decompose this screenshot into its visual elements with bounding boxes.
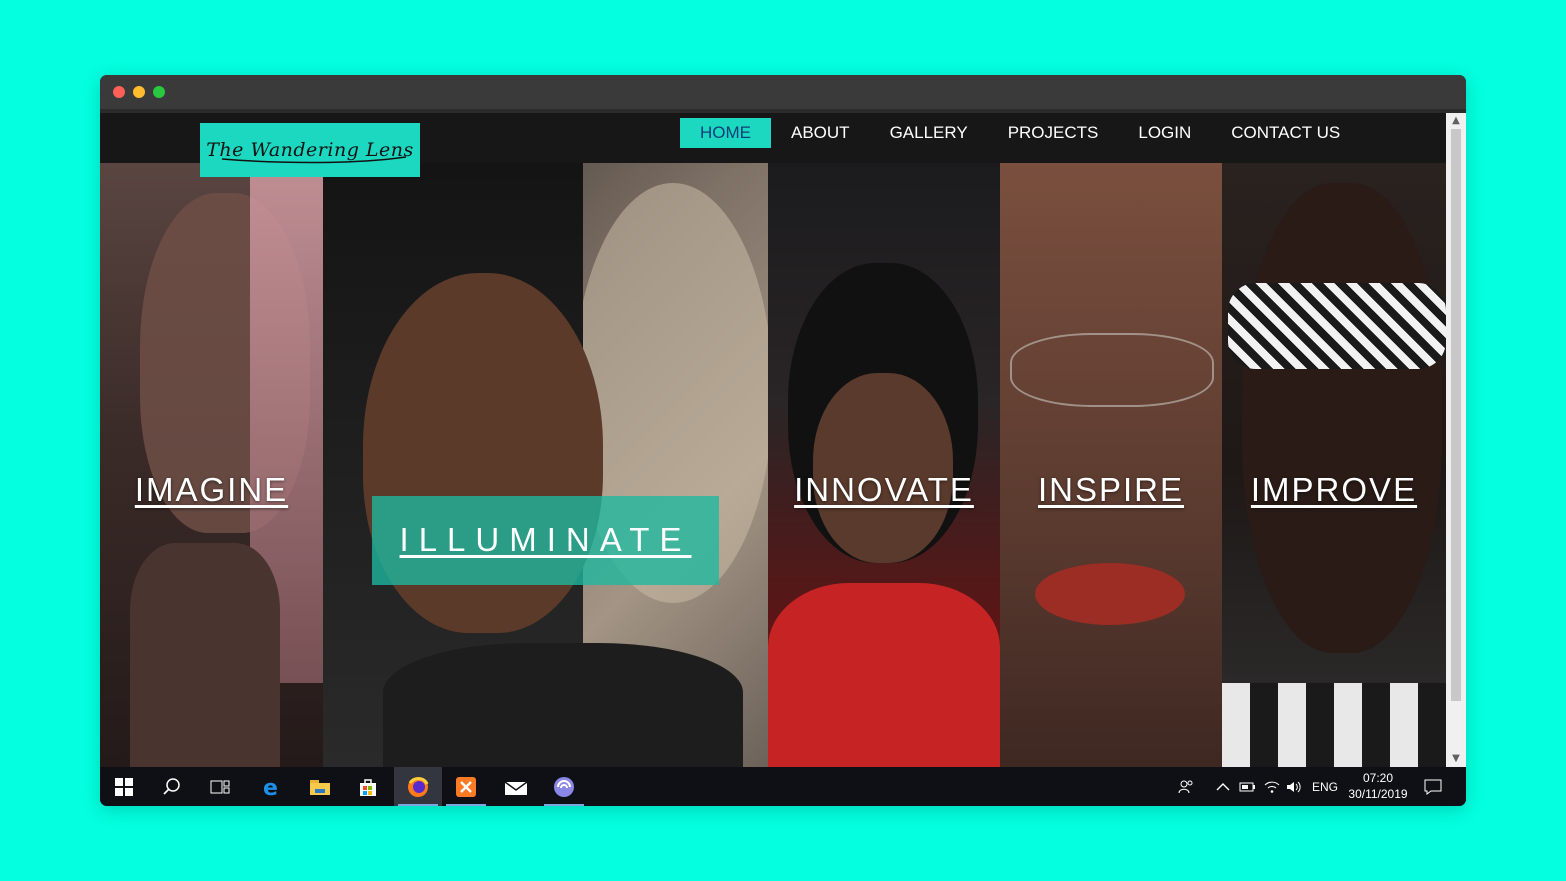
taskbar-clock[interactable]: 07:20 30/11/2019 (1344, 770, 1412, 802)
app-icon[interactable] (540, 767, 588, 806)
site-logo[interactable]: The Wandering Lens (200, 123, 420, 177)
hero-panel-illuminate[interactable] (323, 163, 768, 767)
hero-panel-inspire[interactable]: INSPIRE (1000, 163, 1222, 767)
open-app-indicator (446, 804, 486, 806)
nav-home[interactable]: HOME (680, 118, 771, 148)
hero-panels: IMAGINE INNOVATE INSPIRE IMPROVE ILLUMIN… (100, 163, 1446, 767)
minimize-button[interactable] (133, 86, 145, 98)
panel-label-imagine[interactable]: IMAGINE (100, 471, 323, 509)
windows-start-icon[interactable] (100, 767, 148, 806)
windows-taskbar: e ENG 07:20 30/11/2019 (100, 767, 1466, 806)
nav-gallery[interactable]: GALLERY (870, 118, 988, 148)
mail-icon[interactable] (492, 767, 540, 806)
volume-icon[interactable] (1286, 767, 1302, 806)
chevron-up-icon[interactable] (1216, 767, 1230, 806)
panel-label-illuminate[interactable]: ILLUMINATE (372, 521, 719, 559)
clock-date: 30/11/2019 (1348, 787, 1408, 801)
wifi-icon[interactable] (1264, 767, 1280, 806)
main-nav: HOME ABOUT GALLERY PROJECTS LOGIN CONTAC… (680, 118, 1360, 148)
active-app-indicator (398, 804, 438, 806)
clock-time: 07:20 (1362, 771, 1394, 785)
firefox-icon[interactable] (394, 767, 442, 806)
logo-underline-stroke (221, 156, 407, 164)
open-app-indicator (544, 804, 584, 806)
language-indicator[interactable]: ENG (1312, 767, 1338, 806)
maximize-button[interactable] (153, 86, 165, 98)
close-button[interactable] (113, 86, 125, 98)
people-icon[interactable] (1178, 767, 1194, 806)
battery-icon[interactable] (1238, 767, 1256, 806)
title-bar (100, 75, 1466, 109)
hero-panel-imagine[interactable]: IMAGINE (100, 163, 323, 767)
edge-icon[interactable]: e (248, 767, 296, 806)
panel-label-improve[interactable]: IMPROVE (1222, 471, 1446, 509)
web-page: HOME ABOUT GALLERY PROJECTS LOGIN CONTAC… (100, 113, 1466, 767)
svg-text:e: e (263, 776, 278, 798)
nav-about[interactable]: ABOUT (771, 118, 870, 148)
scroll-thumb[interactable] (1451, 129, 1461, 701)
hero-panel-innovate[interactable]: INNOVATE (768, 163, 1000, 767)
scroll-down-arrow-icon[interactable]: ▼ (1446, 751, 1466, 767)
task-view-icon[interactable] (196, 767, 244, 806)
notification-icon[interactable] (1424, 767, 1442, 806)
nav-contact-us[interactable]: CONTACT US (1211, 118, 1360, 148)
file-explorer-icon[interactable] (296, 767, 344, 806)
nav-projects[interactable]: PROJECTS (988, 118, 1119, 148)
xampp-icon[interactable] (442, 767, 490, 806)
scroll-up-arrow-icon[interactable]: ▲ (1446, 113, 1466, 129)
search-icon[interactable] (148, 767, 196, 806)
vertical-scrollbar[interactable]: ▲ ▼ (1446, 113, 1466, 767)
store-icon[interactable] (344, 767, 392, 806)
browser-window: HOME ABOUT GALLERY PROJECTS LOGIN CONTAC… (100, 75, 1466, 806)
nav-login[interactable]: LOGIN (1118, 118, 1211, 148)
panel-label-innovate[interactable]: INNOVATE (768, 471, 1000, 509)
hero-panel-improve[interactable]: IMPROVE (1222, 163, 1446, 767)
panel-label-inspire[interactable]: INSPIRE (1000, 471, 1222, 509)
